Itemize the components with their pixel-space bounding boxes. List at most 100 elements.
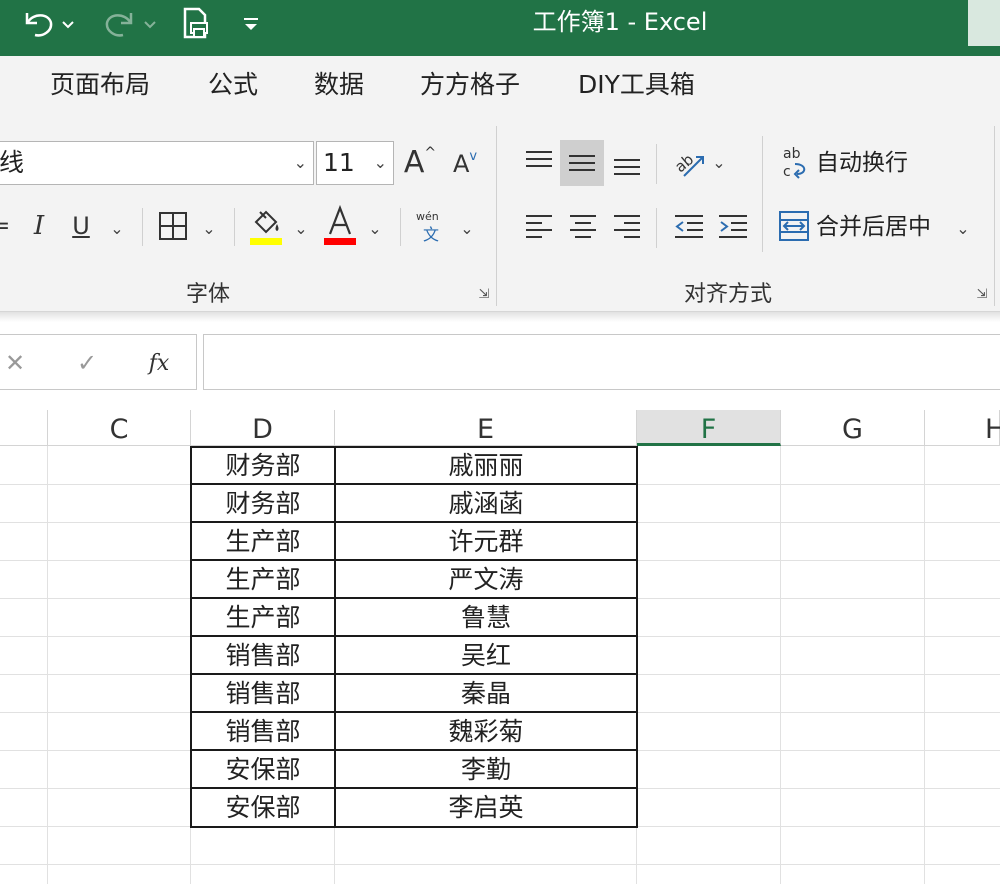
cell-E-name[interactable]: 李启英 [336, 790, 636, 826]
align-top-icon [526, 151, 552, 167]
chevron-down-icon[interactable]: ⌄ [200, 208, 218, 248]
cell-E-name[interactable]: 戚涵菡 [336, 486, 636, 522]
column-header-B[interactable] [0, 410, 48, 446]
group-divider [994, 126, 995, 306]
tab-data[interactable]: 数据 [314, 68, 364, 102]
cell-E-name[interactable]: 秦晶 [336, 676, 636, 712]
column-header-E[interactable]: E [335, 410, 637, 446]
fx-icon: fx [148, 350, 170, 376]
worksheet-grid[interactable]: 财务部 戚丽丽 财务部 戚涵菡 生产部 许元群 生产部 严文涛 生产部 鲁慧 销… [0, 446, 1000, 884]
font-name-value: 线 [0, 148, 25, 177]
cell-E-name[interactable]: 李勤 [336, 752, 636, 788]
confirm-entry-button[interactable]: ✓ [70, 343, 104, 383]
tab-fangfang-gezi[interactable]: 方方格子 [420, 68, 520, 102]
font-name-select[interactable]: 线 ⌄ [0, 141, 314, 185]
tab-diy-toolbox[interactable]: DIY工具箱 [578, 68, 695, 102]
borders-button[interactable] [156, 206, 190, 246]
cell-D-dept[interactable]: 安保部 [192, 752, 334, 788]
svg-text:c: c [783, 164, 791, 180]
svg-text:wén: wén [416, 210, 439, 223]
svg-text:ab: ab [672, 150, 697, 176]
tab-page-layout[interactable]: 页面布局 [50, 68, 150, 102]
cancel-entry-button[interactable]: ✕ [0, 343, 30, 383]
title-bar: 工作簿1 - Excel [0, 0, 1000, 56]
align-right-icon [614, 215, 640, 238]
customize-qat-button[interactable] [236, 4, 266, 44]
group-divider [496, 126, 497, 306]
insert-function-button[interactable]: fx [142, 343, 176, 383]
shrink-font-button[interactable]: Av [448, 144, 482, 184]
align-left-icon [526, 215, 552, 238]
chevron-down-icon[interactable]: ⌄ [954, 208, 972, 248]
cell-E-name[interactable]: 许元群 [336, 524, 636, 560]
cell-E-name[interactable]: 魏彩菊 [336, 714, 636, 750]
tab-formulas[interactable]: 公式 [208, 68, 258, 102]
shrink-font-icon: A [452, 150, 470, 178]
text-orientation-icon: ab [672, 150, 704, 177]
wrap-text-icon-wrap[interactable]: ab c [778, 140, 814, 184]
cell-E-name[interactable]: 吴红 [336, 638, 636, 674]
column-header-D[interactable]: D [191, 410, 335, 446]
borders-icon [159, 212, 187, 240]
alignment-dialog-launcher[interactable]: ⇲ [974, 286, 990, 302]
undo-button[interactable] [18, 4, 78, 44]
align-left-button[interactable] [520, 204, 558, 248]
cell-D-dept[interactable]: 销售部 [192, 676, 334, 712]
cell-E-name[interactable]: 戚丽丽 [336, 448, 636, 484]
print-preview-button[interactable] [176, 4, 216, 44]
chevron-down-icon[interactable]: ⌄ [108, 208, 126, 248]
align-right-button[interactable] [608, 204, 646, 248]
svg-text:文: 文 [423, 225, 439, 244]
increase-indent-button[interactable] [714, 204, 752, 248]
chevron-down-icon[interactable]: ⌄ [366, 208, 384, 248]
account-area[interactable] [968, 0, 1000, 46]
decrease-indent-button[interactable] [670, 204, 708, 248]
font-size-select[interactable]: 11 ⌄ [316, 141, 394, 185]
chevron-down-icon[interactable]: ⌄ [458, 208, 476, 248]
font-dialog-launcher[interactable]: ⇲ [476, 286, 492, 302]
underline-button[interactable]: U [66, 206, 96, 246]
font-color-icon [324, 204, 356, 245]
column-header-H[interactable]: H [925, 410, 1000, 446]
bold-icon: = [0, 213, 11, 239]
chevron-down-icon[interactable]: ⌄ [710, 142, 728, 182]
fill-color-button[interactable] [248, 204, 284, 248]
cell-D-dept[interactable]: 安保部 [192, 790, 334, 826]
italic-button[interactable]: I [24, 206, 54, 246]
cell-D-dept[interactable]: 生产部 [192, 562, 334, 598]
formula-input[interactable] [203, 334, 1000, 390]
merge-center-button[interactable]: 合并后居中 [816, 210, 931, 244]
divider [656, 208, 657, 248]
cell-E-name[interactable]: 严文涛 [336, 562, 636, 598]
wrap-text-button[interactable]: 自动换行 [816, 146, 908, 180]
orientation-button[interactable]: ab [670, 140, 708, 186]
grow-font-icon: A [403, 144, 425, 180]
chevron-down-icon[interactable]: ⌄ [292, 208, 310, 248]
align-top-button[interactable] [520, 140, 558, 184]
dialog-launcher-icon: ⇲ [976, 286, 988, 302]
merge-center-icon-wrap[interactable] [776, 204, 812, 248]
cell-E-name[interactable]: 鲁慧 [336, 600, 636, 636]
column-header-F[interactable]: F [637, 410, 781, 446]
align-middle-button[interactable] [560, 140, 604, 186]
cell-D-dept[interactable]: 生产部 [192, 600, 334, 636]
close-icon: ✕ [4, 349, 26, 377]
gridline [924, 446, 925, 884]
window-title: 工作簿1 - Excel [532, 8, 708, 36]
cell-D-dept[interactable]: 销售部 [192, 638, 334, 674]
cell-D-dept[interactable]: 财务部 [192, 486, 334, 522]
align-center-button[interactable] [564, 204, 602, 248]
column-header-C[interactable]: C [48, 410, 191, 446]
cell-D-dept[interactable]: 销售部 [192, 714, 334, 750]
phonetic-guide-button[interactable]: wén 文 [414, 204, 450, 248]
cell-D-dept[interactable]: 生产部 [192, 524, 334, 560]
wrap-text-icon: ab c [783, 146, 806, 180]
align-middle-icon [569, 155, 595, 171]
cell-D-dept[interactable]: 财务部 [192, 448, 334, 484]
align-bottom-button[interactable] [608, 140, 646, 186]
font-color-button[interactable] [322, 204, 358, 248]
grow-font-button[interactable]: A ^ [402, 140, 438, 184]
column-header-G[interactable]: G [781, 410, 925, 446]
bold-button[interactable]: = [0, 206, 11, 246]
redo-button[interactable] [100, 4, 160, 44]
